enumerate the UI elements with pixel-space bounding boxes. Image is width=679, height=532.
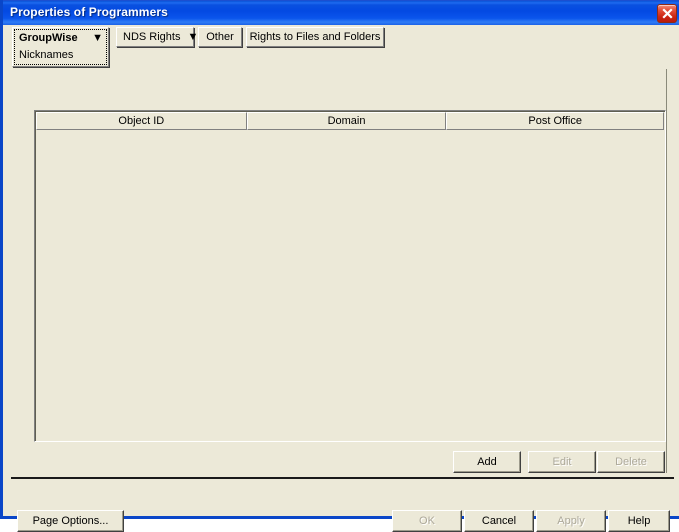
tab-rights-to-files-and-folders-label: Rights to Files and Folders xyxy=(249,30,381,43)
edit-button: Edit xyxy=(528,451,596,473)
add-button[interactable]: Add xyxy=(453,451,521,473)
close-icon xyxy=(661,8,673,19)
tab-rights-to-files-and-folders[interactable]: Rights to Files and Folders xyxy=(246,27,384,47)
dialog-client-area: GroupWise ▼ Nicknames NDS Rights ▼ Other… xyxy=(6,25,679,532)
bottom-separator xyxy=(11,477,674,479)
properties-dialog-window: Properties of Programmers GroupWise ▼ Ni… xyxy=(0,0,679,532)
panel-right-divider xyxy=(666,69,667,473)
close-button[interactable] xyxy=(657,4,677,23)
apply-button: Apply xyxy=(536,510,606,532)
tab-nds-rights-label: NDS Rights xyxy=(123,30,181,43)
dialog-button-bar: Page Options... OK Cancel Apply Help xyxy=(6,481,679,532)
window-title: Properties of Programmers xyxy=(10,5,168,19)
column-header-domain[interactable]: Domain xyxy=(246,112,447,130)
help-button[interactable]: Help xyxy=(608,510,670,532)
tab-groupwise-label: GroupWise xyxy=(19,32,78,44)
tab-other[interactable]: Other xyxy=(198,27,242,47)
tab-strip: GroupWise ▼ Nicknames NDS Rights ▼ Other… xyxy=(12,27,672,67)
chevron-down-icon[interactable]: ▼ xyxy=(92,32,103,44)
tab-nds-rights[interactable]: NDS Rights ▼ xyxy=(116,27,198,47)
page-options-button[interactable]: Page Options... xyxy=(17,510,124,532)
nicknames-page-panel: Object ID Domain Post Office Add Edit De… xyxy=(12,69,667,473)
list-column-headers: Object ID Domain Post Office xyxy=(36,112,665,130)
tab-groupwise-sublabel: Nicknames xyxy=(19,49,74,61)
tab-groupwise[interactable]: GroupWise ▼ Nicknames xyxy=(12,27,109,67)
tab-other-label: Other xyxy=(206,30,234,43)
chevron-down-icon[interactable]: ▼ xyxy=(187,31,198,43)
column-header-object-id[interactable]: Object ID xyxy=(36,112,247,130)
title-bar[interactable]: Properties of Programmers xyxy=(3,0,679,25)
ok-button: OK xyxy=(392,510,462,532)
nicknames-list[interactable]: Object ID Domain Post Office xyxy=(34,110,666,442)
list-action-buttons: Add Edit Delete xyxy=(12,451,667,473)
tab-groupwise-header: GroupWise ▼ xyxy=(19,32,103,44)
list-body-empty[interactable] xyxy=(36,130,664,440)
column-header-post-office[interactable]: Post Office xyxy=(446,112,665,130)
cancel-button[interactable]: Cancel xyxy=(464,510,534,532)
delete-button: Delete xyxy=(597,451,665,473)
